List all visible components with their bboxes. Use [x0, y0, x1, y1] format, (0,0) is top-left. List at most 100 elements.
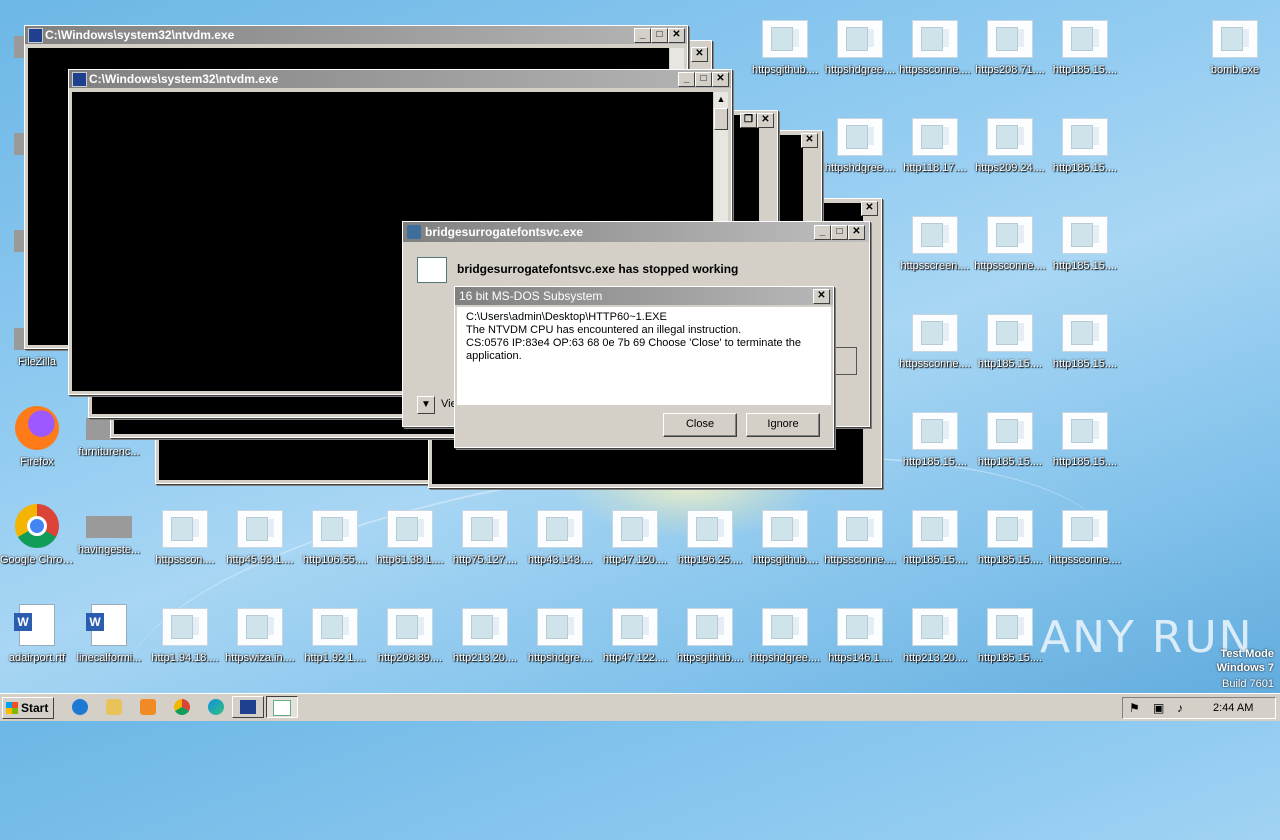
desktop-icon[interactable]: httpswiza.in....: [223, 598, 297, 688]
desktop-icon-label: http185.15....: [977, 652, 1043, 664]
taskbar-app-button[interactable]: [266, 696, 298, 718]
minimize-icon[interactable]: _: [814, 225, 831, 240]
desktop-icon-label: httpsgithub....: [751, 64, 819, 76]
desktop-icon[interactable]: httpsgithub....: [748, 500, 822, 590]
taskbar-ntvdm-button[interactable]: [232, 696, 264, 718]
desktop-icon[interactable]: http213.20....: [448, 598, 522, 688]
file-icon: [462, 510, 508, 548]
desktop-icon[interactable]: httpshdgree....: [748, 598, 822, 688]
ff-icon: [15, 406, 59, 450]
desktop-icon[interactable]: httpssconne....: [898, 10, 972, 100]
desktop-icon[interactable]: http47.122....: [598, 598, 672, 688]
desktop-icon[interactable]: http106.55....: [298, 500, 372, 590]
desktop-icon[interactable]: http45.93.1....: [223, 500, 297, 590]
minimize-icon[interactable]: _: [678, 72, 695, 87]
file-icon: [1062, 216, 1108, 254]
desktop-icon[interactable]: httpsscon....: [148, 500, 222, 590]
scroll-up-icon[interactable]: ▲: [714, 92, 728, 106]
console-title-bar[interactable]: C:\Windows\system32\ntvdm.exe: [25, 26, 687, 44]
desktop-icon[interactable]: http196.25....: [673, 500, 747, 590]
desktop-icon[interactable]: http185.15....: [1048, 108, 1122, 198]
desktop-icon[interactable]: httpshdgree....: [823, 108, 897, 198]
desktop-icon[interactable]: http185.15....: [898, 402, 972, 492]
desktop-icon[interactable]: httpssconne....: [898, 304, 972, 394]
view-details-chevron-icon[interactable]: ▼: [417, 396, 435, 414]
desktop-icon[interactable]: http185.15....: [973, 598, 1047, 688]
close-icon[interactable]: ✕: [691, 47, 708, 62]
maximize-icon[interactable]: □: [831, 225, 848, 240]
desktop-icon[interactable]: httpssconne....: [823, 500, 897, 590]
ignore-button[interactable]: Ignore: [746, 413, 820, 437]
internet-explorer-icon[interactable]: [72, 699, 88, 715]
close-icon[interactable]: ✕: [757, 113, 774, 128]
desktop-icon[interactable]: httpsgithub....: [748, 10, 822, 100]
close-icon[interactable]: ✕: [848, 225, 865, 240]
restore-icon[interactable]: ❐: [740, 113, 757, 128]
close-icon[interactable]: ✕: [801, 133, 818, 148]
desktop-icon[interactable]: http118.17....: [898, 108, 972, 198]
close-icon[interactable]: ✕: [712, 72, 729, 87]
desktop-icon[interactable]: http185.15....: [973, 402, 1047, 492]
media-player-icon[interactable]: [140, 699, 156, 715]
minimize-icon[interactable]: _: [634, 28, 651, 43]
flag-icon[interactable]: ⚑: [1129, 701, 1140, 715]
maximize-icon[interactable]: □: [651, 28, 668, 43]
desktop-icon[interactable]: https146.1....: [823, 598, 897, 688]
start-button[interactable]: Start: [2, 697, 54, 719]
desktop-icon[interactable]: http185.15....: [1048, 304, 1122, 394]
scroll-thumb[interactable]: [714, 108, 728, 130]
desktop-icon[interactable]: Google Chrome: [0, 498, 74, 588]
desktop-icon-label: https208.71....: [975, 64, 1045, 76]
desktop-icon[interactable]: adairport.rtf: [0, 596, 74, 686]
msdos-dialog-title-bar[interactable]: 16 bit MS-DOS Subsystem: [455, 287, 833, 305]
desktop-icon[interactable]: httpsscreen....: [898, 206, 972, 296]
desktop-icon[interactable]: http185.15....: [973, 304, 1047, 394]
volume-icon[interactable]: ♪: [1177, 701, 1183, 715]
maximize-icon[interactable]: □: [695, 72, 712, 87]
desktop-icon[interactable]: http208.89....: [373, 598, 447, 688]
desktop-icon[interactable]: http61.38.1....: [373, 500, 447, 590]
file-icon: [537, 608, 583, 646]
desktop-icon[interactable]: httpssconne....: [1048, 500, 1122, 590]
desktop-icon[interactable]: Firefox: [0, 400, 74, 490]
doc-icon: [86, 604, 127, 646]
desktop-icon[interactable]: http185.15....: [1048, 402, 1122, 492]
desktop-icon[interactable]: bomb.exe: [1198, 10, 1272, 100]
desktop-icon[interactable]: http75.127....: [448, 500, 522, 590]
desktop-icon-label: http61.38.1....: [376, 554, 444, 566]
desktop-icon[interactable]: https209.24....: [973, 108, 1047, 198]
close-icon[interactable]: ✕: [861, 201, 878, 216]
msdos-error-dialog[interactable]: 16 bit MS-DOS Subsystem ✕ C:\Users\admin…: [454, 286, 834, 448]
clock[interactable]: 2:44 AM: [1213, 702, 1253, 714]
desktop-icon[interactable]: http1.92.1....: [298, 598, 372, 688]
windows-logo-icon: [6, 702, 18, 714]
file-explorer-icon[interactable]: [106, 699, 122, 715]
desktop-icon[interactable]: httpshdgre....: [523, 598, 597, 688]
close-icon[interactable]: ✕: [668, 28, 685, 43]
desktop-icon[interactable]: http1.94.18....: [148, 598, 222, 688]
desktop-icon[interactable]: http43.143....: [523, 500, 597, 590]
desktop-icon-label: http196.25....: [677, 554, 743, 566]
desktop-icon[interactable]: http185.15....: [1048, 206, 1122, 296]
file-icon: [987, 216, 1033, 254]
desktop-icon[interactable]: linecalformi...: [72, 596, 146, 686]
crash-dialog-title-bar[interactable]: bridgesurrogatefontsvc.exe: [403, 222, 869, 242]
desktop-icon[interactable]: httpssconne....: [973, 206, 1047, 296]
desktop-icon[interactable]: https208.71....: [973, 10, 1047, 100]
desktop-icon[interactable]: havingeste...: [72, 498, 146, 588]
desktop-icon[interactable]: http185.15....: [898, 500, 972, 590]
console-title-bar[interactable]: C:\Windows\system32\ntvdm.exe: [69, 70, 731, 88]
close-icon[interactable]: ✕: [813, 289, 830, 304]
desktop-icon[interactable]: http213.20....: [898, 598, 972, 688]
desktop-icon[interactable]: http185.15....: [1048, 10, 1122, 100]
file-icon: [987, 412, 1033, 450]
network-icon[interactable]: ▣: [1153, 701, 1164, 715]
desktop-icon[interactable]: http47.120....: [598, 500, 672, 590]
file-icon: [1062, 412, 1108, 450]
close-button[interactable]: Close: [663, 413, 737, 437]
desktop-icon[interactable]: httpsgithub....: [673, 598, 747, 688]
desktop-icon[interactable]: http185.15....: [973, 500, 1047, 590]
chrome-icon[interactable]: [174, 699, 190, 715]
edge-icon[interactable]: [208, 699, 224, 715]
desktop-icon[interactable]: httpshdgree....: [823, 10, 897, 100]
